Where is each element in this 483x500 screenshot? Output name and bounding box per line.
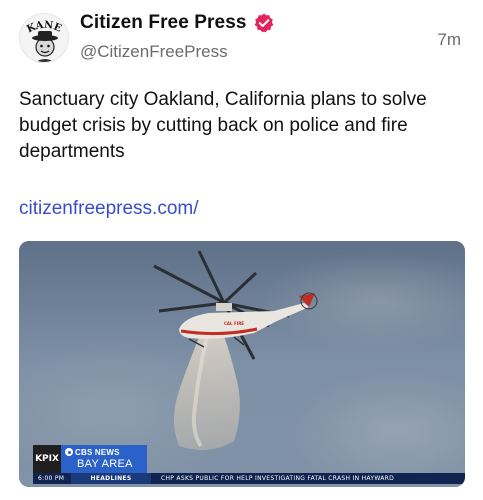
helicopter-livery-text: CAL FIRE	[224, 321, 244, 326]
post-link[interactable]: citizenfreepress.com/	[19, 198, 199, 220]
station-logo: KPIX	[33, 445, 61, 473]
news-lower-third: KPIX CBS NEWS BAY AREA 6:00 PM HEADLINES…	[19, 445, 465, 487]
verified-badge-icon	[253, 12, 275, 34]
post-text: Sanctuary city Oakland, California plans…	[19, 89, 427, 162]
display-name[interactable]: Citizen Free Press	[80, 12, 247, 34]
post-timestamp[interactable]: 7m	[437, 30, 461, 50]
avatar[interactable]: KANE	[19, 13, 69, 63]
ticker-text: CHP ASKS PUBLIC FOR HELP INVESTIGATING F…	[161, 475, 395, 482]
ticker-heading: HEADLINES	[71, 473, 151, 484]
author-name-row: Citizen Free Press	[80, 12, 275, 34]
news-ticker: 6:00 PM HEADLINES CHP ASKS PUBLIC FOR HE…	[33, 473, 465, 484]
post-media-video[interactable]: CAL FIRE KPIX CBS NEWS BAY AREA 6:00 PM …	[19, 241, 465, 487]
author-handle[interactable]: @CitizenFreePress	[80, 42, 228, 62]
brand-line-2: BAY AREA	[77, 458, 133, 470]
cbs-eye-icon	[65, 448, 73, 456]
cbs-news-bay-area-logo: CBS NEWS BAY AREA	[61, 445, 147, 473]
avatar-image: KANE	[20, 14, 68, 62]
ticker-time: 6:00 PM	[38, 475, 65, 482]
brand-line-1: CBS NEWS	[75, 448, 120, 457]
